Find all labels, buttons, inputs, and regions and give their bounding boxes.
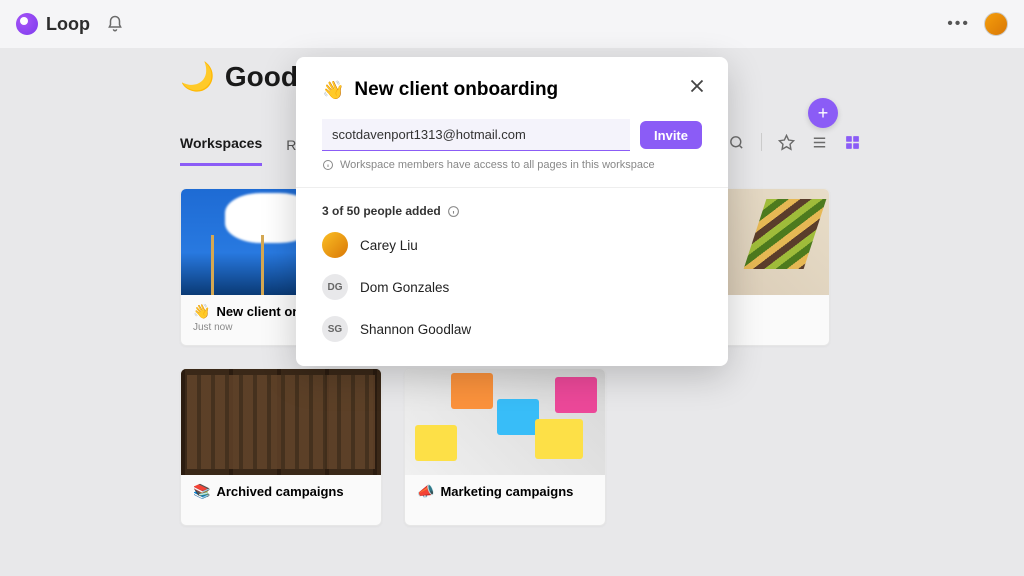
list-item[interactable]: DG Dom Gonzales [322,274,702,300]
person-name: Dom Gonzales [360,280,449,295]
hint-text: Workspace members have access to all pag… [340,159,655,171]
wave-icon: 👋 [322,80,344,101]
invite-modal: 👋 New client onboarding Invite Workspace… [296,57,728,366]
modal-divider [296,187,728,188]
avatar: DG [322,274,348,300]
close-icon[interactable] [686,75,708,97]
modal-title: New client onboarding [354,79,558,101]
person-name: Carey Liu [360,238,418,253]
info-icon [322,159,334,171]
list-item[interactable]: Carey Liu [322,232,702,258]
list-item[interactable]: SG Shannon Goodlaw [322,316,702,342]
avatar: SG [322,316,348,342]
invite-button[interactable]: Invite [640,121,702,149]
person-name: Shannon Goodlaw [360,322,471,337]
email-input[interactable] [322,119,630,151]
avatar [322,232,348,258]
people-list: Carey Liu DG Dom Gonzales SG Shannon Goo… [322,232,702,342]
invite-row: Invite [322,119,702,151]
people-count: 3 of 50 people added [322,204,702,218]
modal-header: 👋 New client onboarding [322,79,702,101]
count-label: 3 of 50 people added [322,204,441,218]
info-icon[interactable] [447,205,460,218]
access-hint: Workspace members have access to all pag… [322,159,702,171]
